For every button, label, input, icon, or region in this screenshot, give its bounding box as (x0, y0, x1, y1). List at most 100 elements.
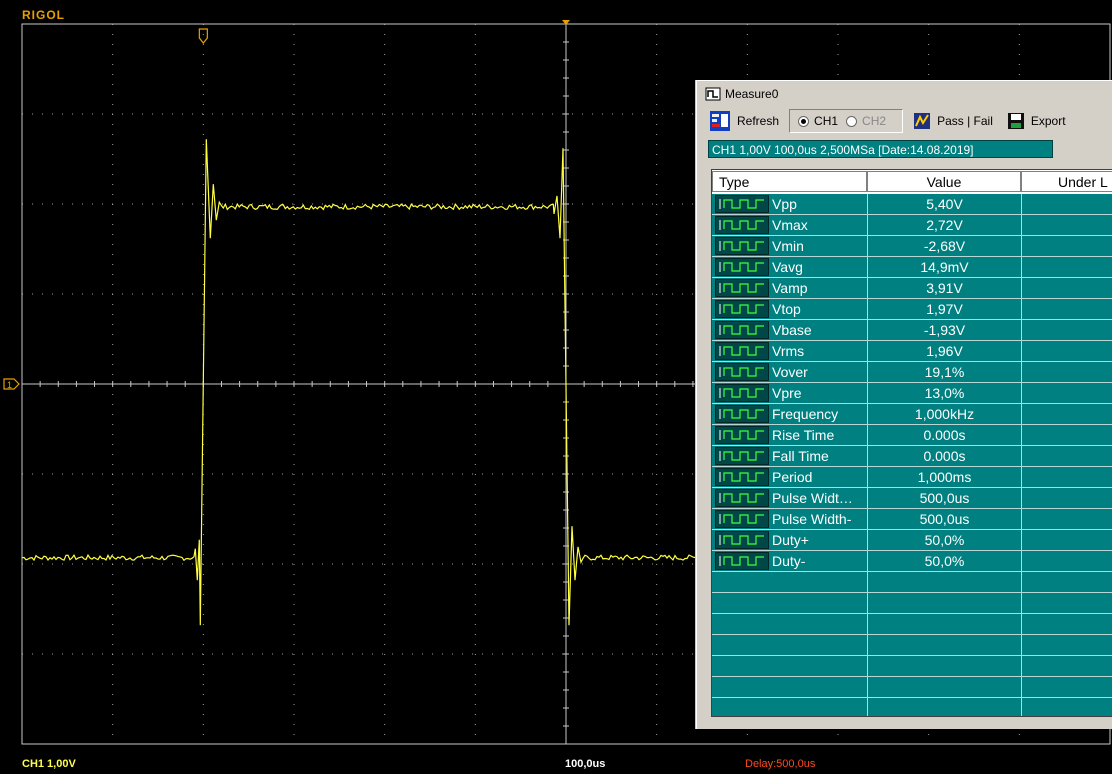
value-cell: -1,93V (867, 320, 1021, 340)
table-row[interactable]: Pulse Widt… 500,0us (712, 488, 1112, 509)
type-cell: Fall Time (712, 446, 867, 466)
table-row[interactable]: Vpre 13,0% (712, 383, 1112, 404)
value-cell (867, 635, 1021, 655)
duty-pos-icon (715, 531, 769, 549)
square-amp-icon (715, 279, 769, 297)
table-row[interactable]: Vrms 1,96V (712, 341, 1112, 362)
value-cell: 13,0% (867, 383, 1021, 403)
ch1-radio[interactable] (798, 115, 810, 127)
type-cell: Pulse Widt… (712, 488, 867, 508)
under-limit-cell (1021, 362, 1112, 382)
measurement-name: Vpre (772, 385, 802, 401)
empty-row[interactable] (712, 572, 1112, 593)
window-titlebar[interactable]: Measure0 (697, 81, 1112, 107)
empty-row[interactable] (712, 614, 1112, 635)
type-cell: Vover (712, 362, 867, 382)
column-header-value[interactable]: Value (867, 171, 1021, 192)
timebase-readout: 100,0us (565, 758, 606, 770)
table-row[interactable]: Duty- 50,0% (712, 551, 1112, 572)
measurement-name: Frequency (772, 406, 839, 422)
under-limit-cell (1021, 677, 1112, 697)
table-row[interactable]: Vpp 5,40V (712, 194, 1112, 215)
value-cell: 5,40V (867, 194, 1021, 214)
export-button[interactable]: Export (1003, 109, 1072, 133)
acquisition-info: CH1 1,00V 100,0us 2,500MSa [Date:14.08.2… (708, 140, 1053, 158)
measurement-name: Duty+ (772, 532, 809, 548)
channel-selector: CH1 CH2 (789, 109, 904, 133)
trigger-position-marker (198, 28, 208, 44)
measurement-name: Pulse Width- (772, 511, 852, 527)
empty-row[interactable] (712, 677, 1112, 698)
under-limit-cell (1021, 530, 1112, 550)
value-cell: -2,68V (867, 236, 1021, 256)
under-limit-cell (1021, 551, 1112, 571)
value-cell: 500,0us (867, 509, 1021, 529)
type-cell: Duty+ (712, 530, 867, 550)
type-cell: Vrms (712, 341, 867, 361)
pass-fail-label: Pass | Fail (937, 114, 993, 128)
column-header-under-limit[interactable]: Under L (1021, 171, 1112, 192)
table-row[interactable]: Fall Time 0.000s (712, 446, 1112, 467)
under-limit-cell (1021, 488, 1112, 508)
table-row[interactable]: Pulse Width- 500,0us (712, 509, 1112, 530)
value-cell: 50,0% (867, 530, 1021, 550)
preshoot-icon (715, 384, 769, 402)
table-row[interactable]: Vmin -2,68V (712, 236, 1112, 257)
measurement-name: Vpp (772, 196, 797, 212)
measurement-name: Fall Time (772, 448, 829, 464)
under-limit-cell (1021, 257, 1112, 277)
empty-row[interactable] (712, 656, 1112, 677)
square-pp-icon (715, 195, 769, 213)
under-limit-cell (1021, 614, 1112, 634)
table-row[interactable]: Rise Time 0.000s (712, 425, 1112, 446)
ch2-radio[interactable] (846, 115, 858, 127)
value-cell: 1,000kHz (867, 404, 1021, 424)
type-cell: Period (712, 467, 867, 487)
measure-window[interactable]: Measure0 Refresh CH1 CH2 Pass | Fail Exp… (696, 80, 1112, 729)
table-row[interactable]: Period 1,000ms (712, 467, 1112, 488)
type-cell (712, 614, 867, 634)
table-row[interactable]: Duty+ 50,0% (712, 530, 1112, 551)
table-row[interactable]: Frequency 1,000kHz (712, 404, 1112, 425)
measurement-name: Vmin (772, 238, 804, 254)
under-limit-cell (1021, 509, 1112, 529)
table-row[interactable]: Vmax 2,72V (712, 215, 1112, 236)
pulse-width-pos-icon (715, 489, 769, 507)
sine-avg-icon (715, 258, 769, 276)
under-limit-cell (1021, 593, 1112, 613)
value-cell: 19,1% (867, 362, 1021, 382)
refresh-button[interactable]: Refresh (705, 109, 785, 133)
empty-row[interactable] (712, 698, 1112, 716)
table-row[interactable]: Vavg 14,9mV (712, 257, 1112, 278)
type-cell (712, 635, 867, 655)
value-cell: 14,9mV (867, 257, 1021, 277)
pass-fail-button[interactable]: Pass | Fail (909, 109, 999, 133)
value-cell: 3,91V (867, 278, 1021, 298)
value-cell (867, 656, 1021, 676)
under-limit-cell (1021, 656, 1112, 676)
empty-row[interactable] (712, 593, 1112, 614)
measurement-name: Rise Time (772, 427, 835, 443)
value-cell: 1,000ms (867, 467, 1021, 487)
pass-fail-icon (914, 113, 931, 129)
type-cell: Vmin (712, 236, 867, 256)
table-row[interactable]: Vover 19,1% (712, 362, 1112, 383)
measurement-name: Vamp (772, 280, 808, 296)
type-cell (712, 698, 867, 716)
under-limit-cell (1021, 341, 1112, 361)
column-header-type[interactable]: Type (712, 171, 867, 192)
table-row[interactable]: Vamp 3,91V (712, 278, 1112, 299)
measure-toolbar: Refresh CH1 CH2 Pass | Fail Export (705, 109, 1076, 133)
measure-window-icon (705, 87, 721, 101)
type-cell: Vpp (712, 194, 867, 214)
type-cell: Vavg (712, 257, 867, 277)
table-row[interactable]: Vtop 1,97V (712, 299, 1112, 320)
refresh-label: Refresh (737, 114, 780, 128)
table-row[interactable]: Vbase -1,93V (712, 320, 1112, 341)
under-limit-cell (1021, 383, 1112, 403)
frequency-icon (715, 405, 769, 423)
ch2-label: CH2 (862, 114, 887, 128)
empty-row[interactable] (712, 635, 1112, 656)
type-cell: Duty- (712, 551, 867, 571)
value-cell: 1,97V (867, 299, 1021, 319)
